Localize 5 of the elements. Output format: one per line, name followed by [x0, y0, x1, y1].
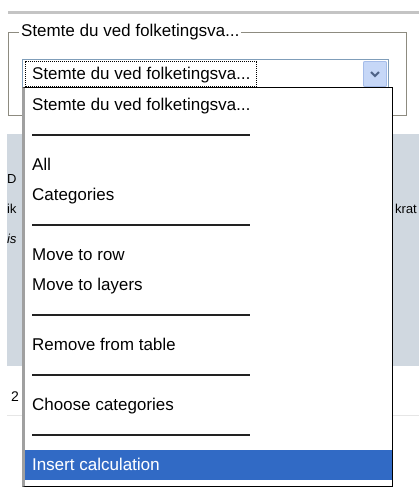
- column-header-fragment: ik: [7, 200, 16, 218]
- row-value: 2: [11, 387, 19, 406]
- column-header-fragment: krat: [395, 200, 417, 218]
- column-header-fragment: D: [7, 170, 16, 188]
- column-header-fragment: is: [7, 230, 16, 248]
